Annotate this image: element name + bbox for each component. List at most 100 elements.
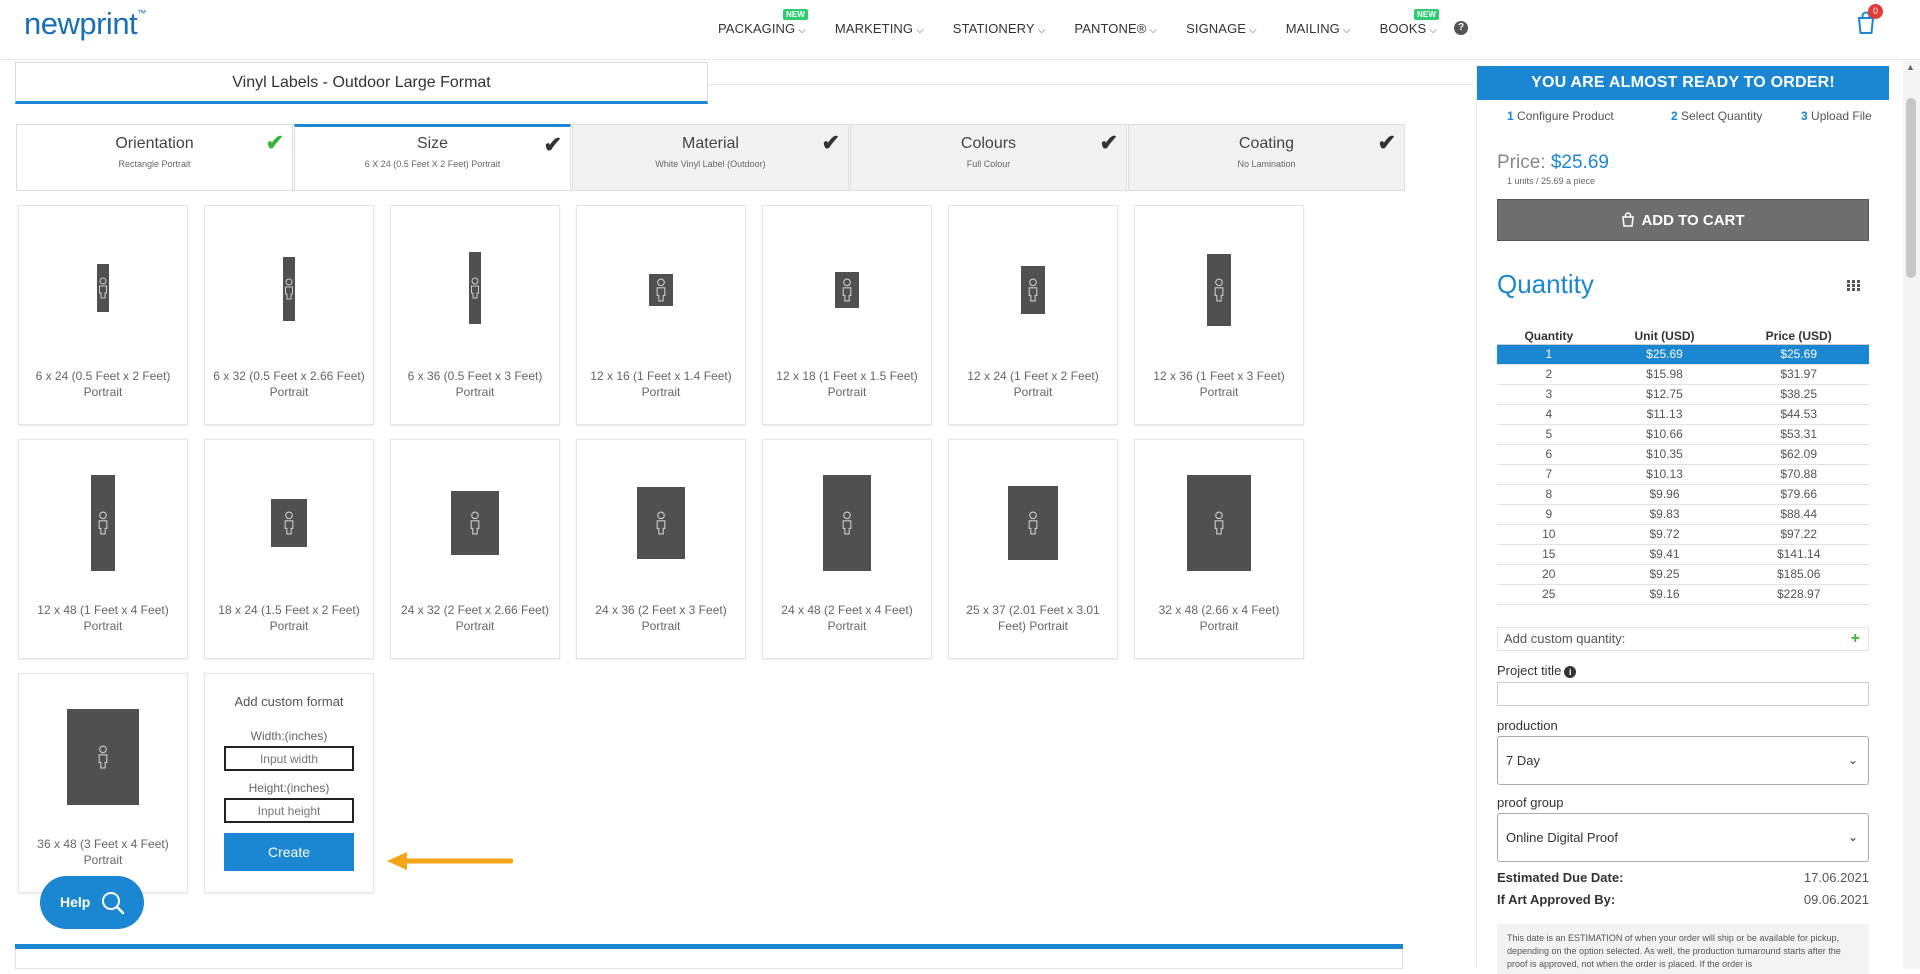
size-label: 12 x 16 (1 Feet x 1.4 Feet) Portrait <box>590 369 732 399</box>
step-title: Material <box>682 135 739 152</box>
table-row[interactable]: 15 $9.41 $141.14 <box>1497 544 1869 565</box>
size-preview-shape <box>1008 486 1058 560</box>
grid-icon[interactable] <box>1847 280 1860 291</box>
size-option-card[interactable]: 12 x 18 (1 Feet x 1.5 Feet) Portrait <box>762 205 932 425</box>
table-row[interactable]: 6 $10.35 $62.09 <box>1497 444 1869 465</box>
chevron-down-icon: ⌄ <box>1847 830 1858 844</box>
chevron-down-icon: ⌵ <box>798 25 806 36</box>
table-row[interactable]: 9 $9.83 $88.44 <box>1497 504 1869 525</box>
person-icon <box>470 511 480 535</box>
price-per-unit: 1 units / 25.69 a piece <box>1507 176 1596 186</box>
nav-mailing[interactable]: MAILING ⌵ <box>1286 21 1351 36</box>
proof-group-select[interactable]: Online Digital Proof ⌄ <box>1497 813 1869 862</box>
size-label: 12 x 24 (1 Feet x 2 Feet) Portrait <box>967 369 1099 399</box>
info-icon[interactable]: i <box>1564 666 1577 678</box>
table-row[interactable]: 8 $9.96 $79.66 <box>1497 484 1869 505</box>
size-option-card[interactable]: 24 x 48 (2 Feet x 4 Feet) Portrait <box>762 439 932 659</box>
height-input[interactable] <box>224 798 354 823</box>
size-label: 6 x 32 (0.5 Feet x 2.66 Feet) Portrait <box>213 369 365 399</box>
step-material[interactable]: Material White Vinyl Label (Outdoor) ✔ <box>572 124 849 191</box>
custom-quantity-field[interactable]: Add custom quantity: + <box>1497 627 1869 651</box>
size-option-card[interactable]: 12 x 24 (1 Feet x 2 Feet) Portrait <box>948 205 1118 425</box>
size-option-card[interactable]: 36 x 48 (3 Feet x 4 Feet) Portrait <box>18 673 188 893</box>
price-display: Price: $25.69 <box>1497 152 1609 173</box>
step-size[interactable]: Size 6 X 24 (0.5 Feet X 2 Feet) Portrait… <box>294 124 571 191</box>
quantity-table: Quantity Unit (USD) Price (USD) 1 $25.69 $… <box>1497 328 1869 605</box>
width-input[interactable] <box>224 746 354 771</box>
estimated-due-date: Estimated Due Date: 17.06.2021 <box>1497 870 1869 885</box>
person-icon <box>1028 511 1038 535</box>
person-icon <box>98 745 108 769</box>
size-preview-shape <box>835 272 859 308</box>
table-row[interactable]: 5 $10.66 $53.31 <box>1497 424 1869 445</box>
step-coating[interactable]: Coating No Lamination ✔ <box>1128 124 1405 191</box>
table-row[interactable]: 3 $12.75 $38.25 <box>1497 384 1869 405</box>
size-option-card[interactable]: 24 x 32 (2 Feet x 2.66 Feet) Portrait <box>390 439 560 659</box>
person-icon <box>656 278 666 302</box>
nav-pantone[interactable]: PANTONE® ⌵ <box>1074 21 1157 36</box>
size-preview-shape <box>637 487 685 559</box>
table-row[interactable]: 25 $9.16 $228.97 <box>1497 584 1869 605</box>
project-title-input[interactable] <box>1497 682 1869 706</box>
nav-stationery[interactable]: STATIONERY ⌵ <box>953 21 1046 36</box>
size-option-card[interactable]: 24 x 36 (2 Feet x 3 Feet) Portrait <box>576 439 746 659</box>
size-preview-shape <box>823 475 871 571</box>
step-title: Colours <box>960 135 1017 152</box>
site-logo[interactable]: newprint™ <box>24 6 146 42</box>
scrollbar-thumb[interactable] <box>1906 98 1916 278</box>
help-button[interactable]: Help <box>40 876 144 929</box>
step-subtitle: Rectangle Portrait <box>118 159 191 169</box>
table-row[interactable]: 4 $11.13 $44.53 <box>1497 404 1869 425</box>
chevron-down-icon: ⌵ <box>1149 25 1158 36</box>
size-preview-shape <box>97 264 109 312</box>
nav-signage[interactable]: SIGNAGE ⌵ <box>1186 21 1257 36</box>
chevron-down-icon: ⌵ <box>1037 25 1046 36</box>
new-badge: NEW <box>782 9 808 20</box>
step-orientation[interactable]: Orientation Rectangle Portrait ✔ <box>16 124 293 191</box>
table-row[interactable]: 10 $9.72 $97.22 <box>1497 524 1869 545</box>
size-option-card[interactable]: 6 x 36 (0.5 Feet x 3 Feet) Portrait <box>390 205 560 425</box>
size-label: 12 x 36 (1 Feet x 3 Feet) Portrait <box>1153 369 1285 399</box>
size-option-card[interactable]: 12 x 48 (1 Feet x 4 Feet) Portrait <box>18 439 188 659</box>
production-select[interactable]: 7 Day ⌄ <box>1497 736 1869 785</box>
nav-packaging[interactable]: PACKAGING ⌵ NEW <box>718 9 808 36</box>
checkmark-icon: ✔ <box>543 132 562 157</box>
person-icon <box>284 511 294 535</box>
custom-format-card: Add custom format Width:(inches) Height:… <box>204 673 374 893</box>
person-icon <box>842 278 852 302</box>
size-option-card[interactable]: 25 x 37 (2.01 Feet x 3.01 Feet) Portrait <box>948 439 1118 659</box>
nav-marketing[interactable]: MARKETING ⌵ <box>835 21 924 36</box>
create-button[interactable]: Create <box>224 833 354 871</box>
order-panel-header: YOU ARE ALMOST READY TO ORDER! <box>1477 66 1889 100</box>
plus-icon[interactable]: + <box>1851 628 1860 650</box>
order-step: 2 Select Quantity <box>1671 109 1763 123</box>
size-option-card[interactable]: 12 x 16 (1 Feet x 1.4 Feet) Portrait <box>576 205 746 425</box>
table-row[interactable]: 2 $15.98 $31.97 <box>1497 364 1869 385</box>
proof-group-label: proof group <box>1497 795 1564 810</box>
table-row[interactable]: 1 $25.69 $25.69 <box>1497 344 1869 365</box>
size-option-card[interactable]: 18 x 24 (1.5 Feet x 2 Feet) Portrait <box>204 439 374 659</box>
size-option-card[interactable]: 12 x 36 (1 Feet x 3 Feet) Portrait <box>1134 205 1304 425</box>
table-row[interactable]: 20 $9.25 $185.06 <box>1497 564 1869 585</box>
size-option-card[interactable]: 6 x 24 (0.5 Feet x 2 Feet) Portrait <box>18 205 188 425</box>
size-preview-shape <box>1207 254 1231 326</box>
art-approved-by: If Art Approved By: 09.06.2021 <box>1497 892 1869 907</box>
size-option-card[interactable]: 32 x 48 (2.66 x 4 Feet) Portrait <box>1134 439 1304 659</box>
table-row[interactable]: 7 $10.13 $70.88 <box>1497 464 1869 485</box>
person-icon <box>656 511 666 535</box>
step-colours[interactable]: Colours Full Colour ✔ <box>850 124 1127 191</box>
search-icon <box>102 892 125 915</box>
size-option-card[interactable]: 6 x 32 (0.5 Feet x 2.66 Feet) Portrait <box>204 205 374 425</box>
arrow-left-icon <box>387 852 513 870</box>
size-label: 32 x 48 (2.66 x 4 Feet) Portrait <box>1158 603 1280 633</box>
checkmark-icon: ✔ <box>265 130 284 155</box>
help-question-icon[interactable]: ? <box>1454 21 1468 35</box>
nav-books[interactable]: BOOKS ⌵ NEW <box>1380 9 1440 36</box>
chevron-down-icon: ⌄ <box>1847 753 1858 767</box>
custom-format-title: Add custom format <box>234 694 344 709</box>
add-to-cart-button[interactable]: ADD TO CART <box>1497 199 1869 241</box>
person-icon <box>285 278 293 300</box>
size-preview-shape <box>649 274 673 306</box>
main-nav: PACKAGING ⌵ NEW MARKETING ⌵ STATIONERY ⌵ PAN… <box>718 9 1466 36</box>
scroll-up-icon[interactable]: ▲ <box>1906 62 1915 72</box>
